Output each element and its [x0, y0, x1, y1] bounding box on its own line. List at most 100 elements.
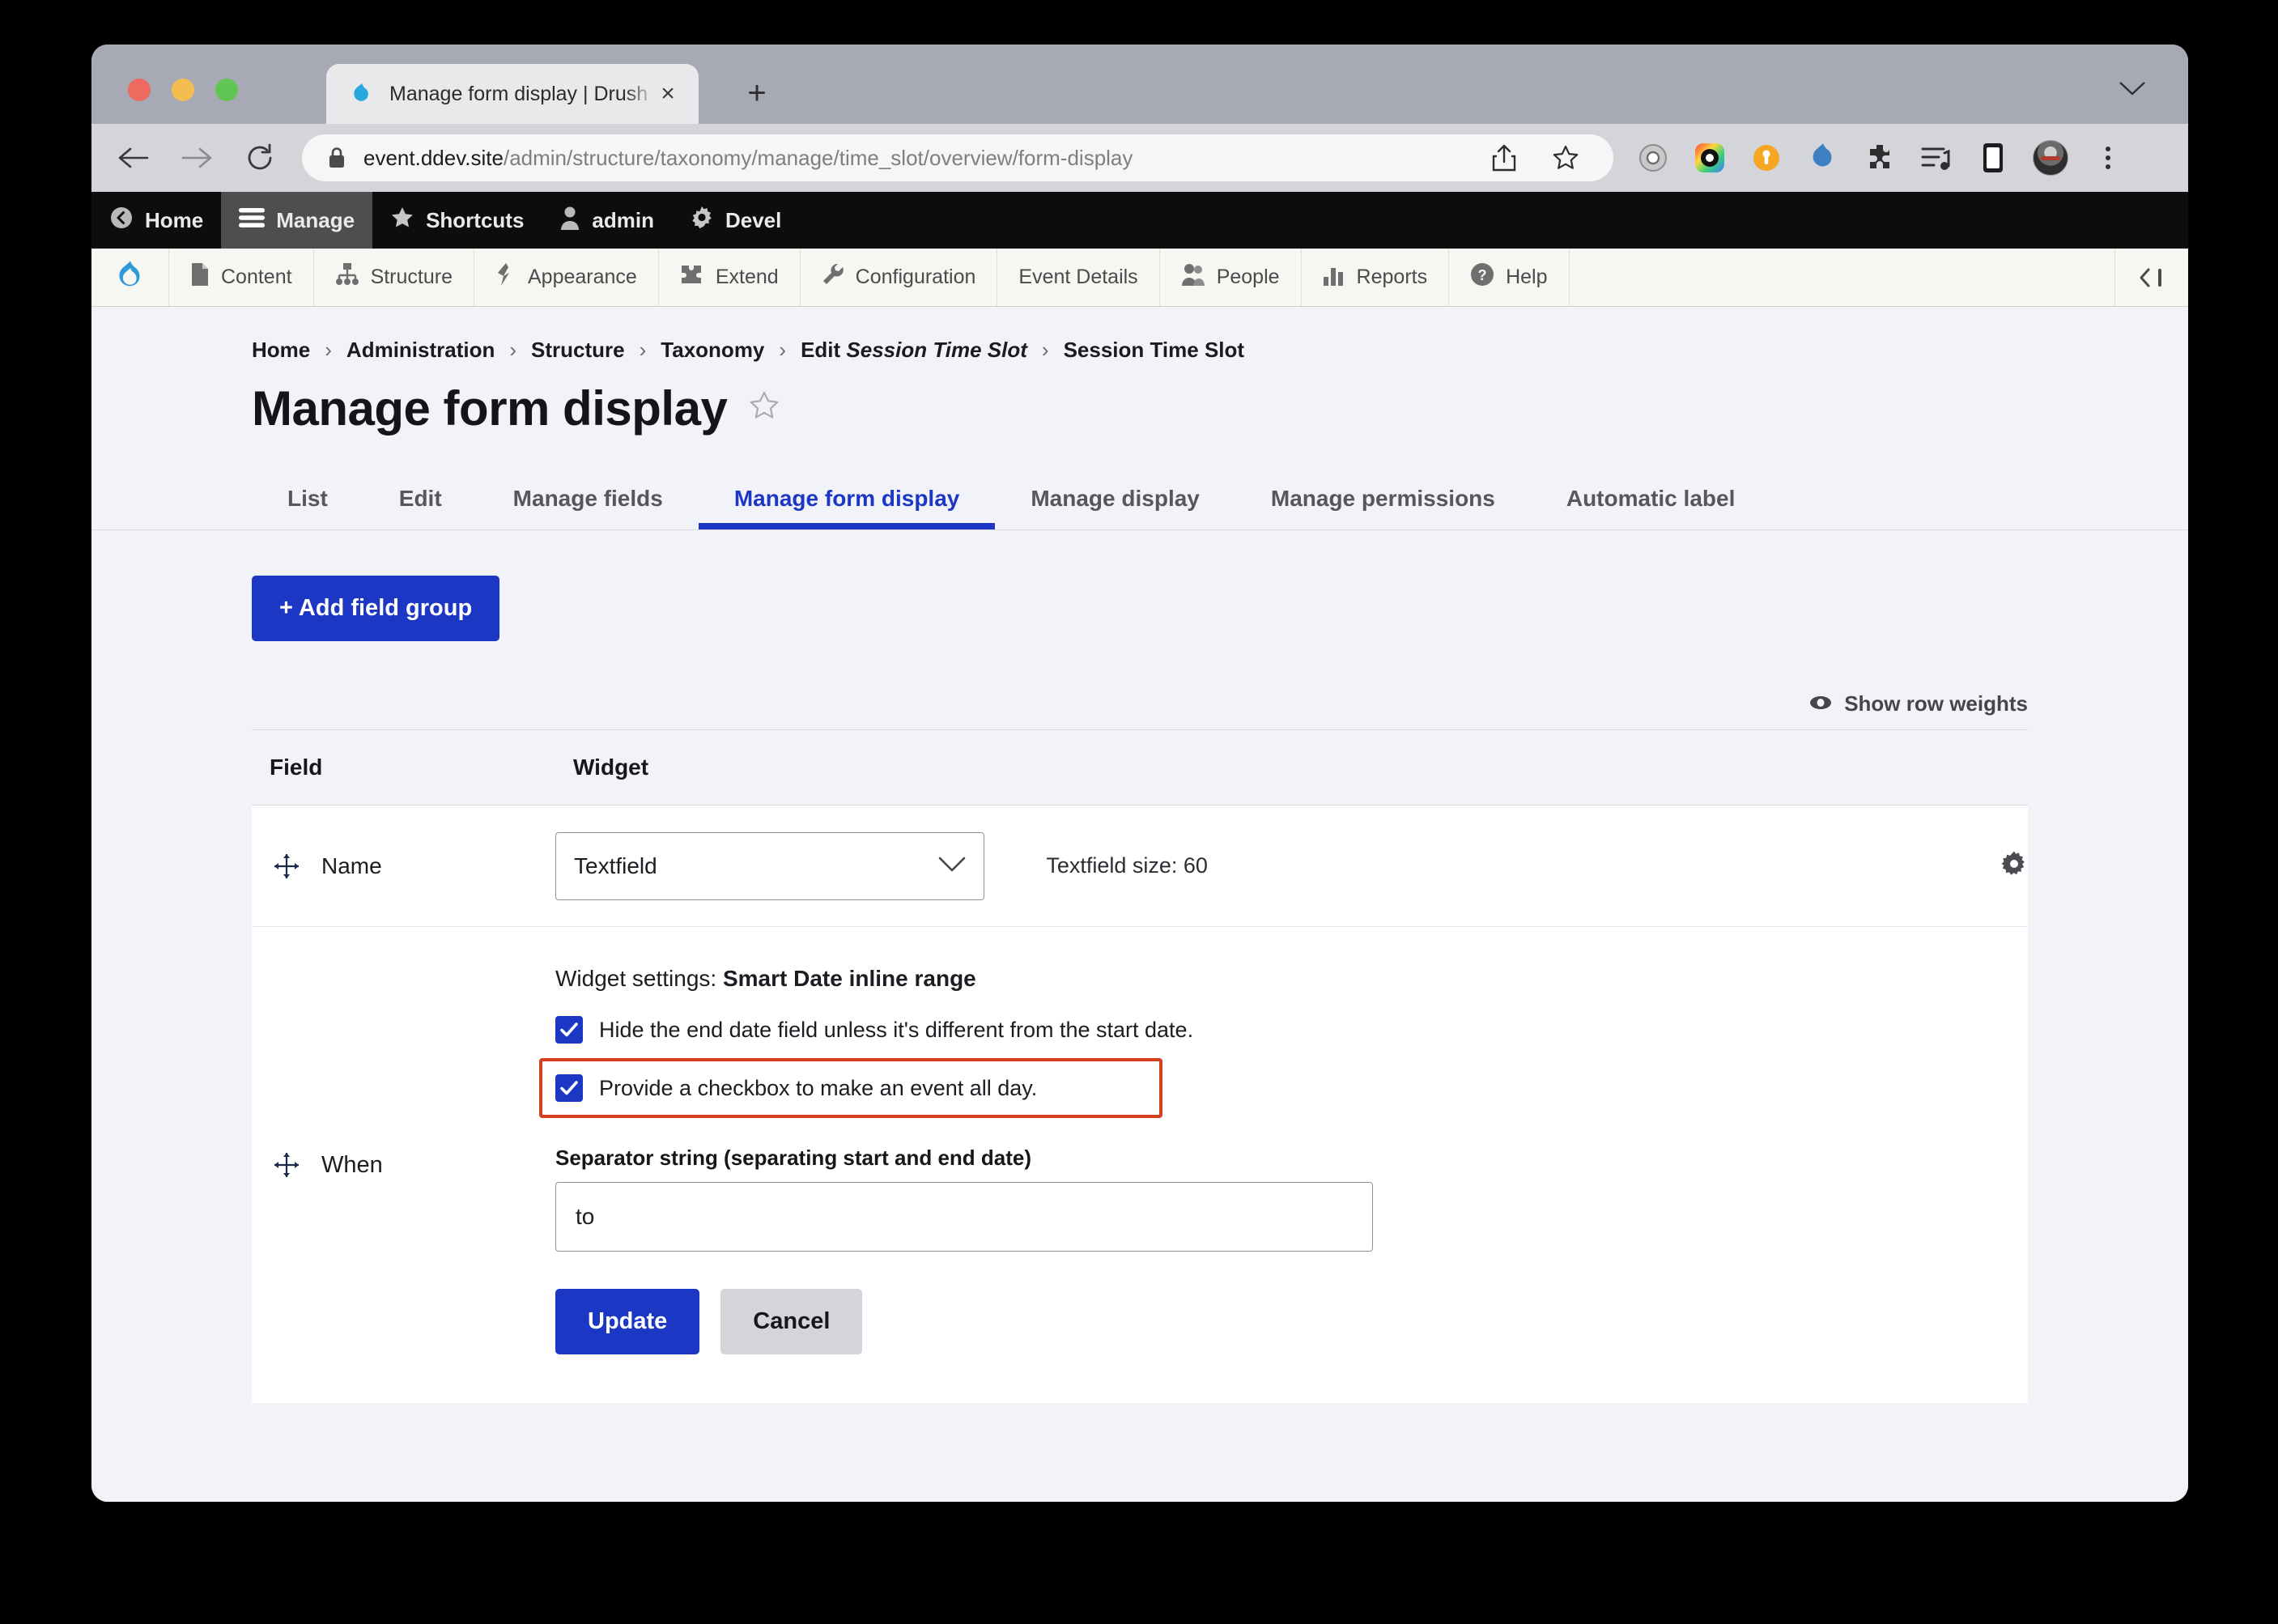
window-controls[interactable]: [128, 79, 238, 101]
row-widget-settings-cell-when: Widget settings: Smart Date inline range…: [555, 927, 2028, 1404]
share-icon[interactable]: [1487, 141, 1521, 175]
row-field-label-when: When: [321, 1152, 383, 1179]
tab-list[interactable]: List: [252, 486, 363, 529]
update-button[interactable]: Update: [555, 1289, 699, 1354]
chevron-down-icon: [938, 853, 966, 879]
menu-label-appearance: Appearance: [528, 266, 637, 289]
breadcrumb-separator: ›: [779, 338, 786, 363]
address-bar[interactable]: event.ddev.site/admin/structure/taxonomy…: [302, 134, 1613, 181]
menu-spacer: [1570, 249, 2115, 306]
close-tab-icon[interactable]: ×: [653, 79, 682, 108]
form-actions: Update Cancel: [555, 1289, 2028, 1354]
menu-item-help[interactable]: ? Help: [1449, 249, 1569, 306]
browser-window: Manage form display | Drush Si × +: [91, 45, 2188, 1502]
tab-manage-fields[interactable]: Manage fields: [478, 486, 699, 529]
checkbox-all-day[interactable]: [555, 1074, 583, 1102]
admin-toolbar-item-devel[interactable]: Devel: [672, 192, 799, 249]
breadcrumb-item-session-time-slot[interactable]: Session Time Slot: [1064, 338, 1244, 363]
menu-label-structure: Structure: [371, 266, 453, 289]
table-row[interactable]: Name Textfield: [252, 806, 2028, 927]
user-icon: [559, 206, 580, 236]
breadcrumb-item-taxonomy[interactable]: Taxonomy: [661, 338, 764, 363]
menu-label-extend: Extend: [716, 266, 779, 289]
favorite-star-icon[interactable]: [748, 390, 780, 427]
browser-extensions: [1636, 140, 2123, 176]
orange-gear-extension-icon[interactable]: [1749, 141, 1783, 175]
menu-item-reports[interactable]: Reports: [1302, 249, 1450, 306]
url-host: event.ddev.site: [363, 146, 504, 170]
widget-select-name[interactable]: Textfield: [555, 832, 984, 900]
admin-toolbar-item-admin[interactable]: admin: [542, 192, 672, 249]
profile-avatar[interactable]: [2033, 140, 2068, 176]
admin-toolbar-label-admin: admin: [592, 208, 654, 233]
reload-button[interactable]: [236, 134, 284, 182]
menu-item-structure[interactable]: Structure: [314, 249, 474, 306]
admin-toolbar-label-devel: Devel: [725, 208, 781, 233]
chevron-down-icon[interactable]: [2119, 80, 2146, 100]
gear-extension-icon[interactable]: [1636, 141, 1670, 175]
column-header-widget: Widget: [555, 730, 2028, 806]
back-circle-icon: [109, 206, 134, 236]
breadcrumb-item-home[interactable]: Home: [252, 338, 310, 363]
bookmark-star-icon[interactable]: [1549, 141, 1583, 175]
checkbox-row-hide-end-date[interactable]: Hide the end date field unless it's diff…: [555, 1016, 2028, 1044]
admin-toolbar-item-home[interactable]: Home: [91, 192, 221, 249]
tab-manage-permissions[interactable]: Manage permissions: [1235, 486, 1531, 529]
menu-item-people[interactable]: People: [1160, 249, 1302, 306]
admin-toolbar-label-shortcuts: Shortcuts: [426, 208, 524, 233]
tab-automatic-label[interactable]: Automatic label: [1531, 486, 1770, 529]
svg-text:?: ?: [1478, 267, 1487, 283]
breadcrumb-item-structure[interactable]: Structure: [531, 338, 625, 363]
menu-label-help: Help: [1506, 266, 1547, 289]
close-window-button[interactable]: [128, 79, 151, 101]
drag-move-icon[interactable]: [273, 852, 300, 880]
device-toggle-icon[interactable]: [1976, 141, 2010, 175]
menu-item-configuration[interactable]: Configuration: [801, 249, 998, 306]
camera-extension-icon[interactable]: [1693, 141, 1727, 175]
menu-item-event-details[interactable]: Event Details: [997, 249, 1159, 306]
admin-toolbar-item-manage[interactable]: Manage: [221, 192, 372, 249]
breadcrumb-item-edit-session-time-slot[interactable]: Edit Session Time Slot: [801, 338, 1027, 363]
checkbox-hide-end-date[interactable]: [555, 1016, 583, 1044]
column-header-field: Field: [252, 730, 555, 806]
kebab-menu-icon[interactable]: [2096, 147, 2120, 169]
separator-string-input[interactable]: to: [555, 1182, 1373, 1252]
drupal-logo-icon[interactable]: [91, 249, 169, 306]
drupal-extension-icon[interactable]: [1806, 141, 1840, 175]
puzzle-extensions-icon[interactable]: [1863, 141, 1897, 175]
menu-item-content[interactable]: Content: [169, 249, 314, 306]
tab-manage-form-display[interactable]: Manage form display: [699, 486, 996, 529]
tab-manage-display[interactable]: Manage display: [995, 486, 1235, 529]
gear-icon: [690, 206, 714, 236]
back-button[interactable]: [109, 134, 158, 182]
hamburger-icon: [239, 207, 265, 234]
cancel-button[interactable]: Cancel: [720, 1289, 862, 1354]
maximize-window-button[interactable]: [215, 79, 238, 101]
gear-icon[interactable]: [2000, 867, 2028, 881]
forward-button[interactable]: [172, 134, 221, 182]
toolbar-collapse-icon[interactable]: [2115, 249, 2188, 306]
drag-move-icon[interactable]: [273, 1151, 300, 1179]
menu-item-extend[interactable]: Extend: [659, 249, 801, 306]
row-summary-cell-name: Textfield size: 60: [1046, 806, 1536, 927]
minimize-window-button[interactable]: [172, 79, 194, 101]
table-row[interactable]: When Widget settings: Smart Date inline …: [252, 927, 2028, 1404]
checkbox-row-all-day[interactable]: Provide a checkbox to make an event all …: [539, 1058, 1162, 1118]
widget-settings-title: Widget settings: Smart Date inline range: [555, 966, 2028, 992]
menu-item-appearance[interactable]: Appearance: [474, 249, 659, 306]
add-field-group-button[interactable]: + Add field group: [252, 576, 499, 641]
playlist-icon[interactable]: [1919, 141, 1953, 175]
brush-icon: [495, 262, 516, 292]
table-head: Field Widget: [252, 730, 2028, 806]
browser-tab[interactable]: Manage form display | Drush Si ×: [326, 64, 699, 124]
admin-toolbar-item-shortcuts[interactable]: Shortcuts: [372, 192, 542, 249]
show-row-weights-link[interactable]: Show row weights: [252, 691, 2028, 716]
tab-edit[interactable]: Edit: [363, 486, 478, 529]
new-tab-button[interactable]: +: [739, 77, 775, 113]
wrench-icon: [822, 262, 844, 292]
eye-icon: [1808, 691, 1833, 716]
menu-label-event-details: Event Details: [1018, 266, 1137, 289]
menu-label-reports: Reports: [1357, 266, 1428, 289]
drupal-admin-toolbar: Home Manage Shortcuts admin: [91, 192, 2188, 249]
breadcrumb-item-administration[interactable]: Administration: [346, 338, 495, 363]
